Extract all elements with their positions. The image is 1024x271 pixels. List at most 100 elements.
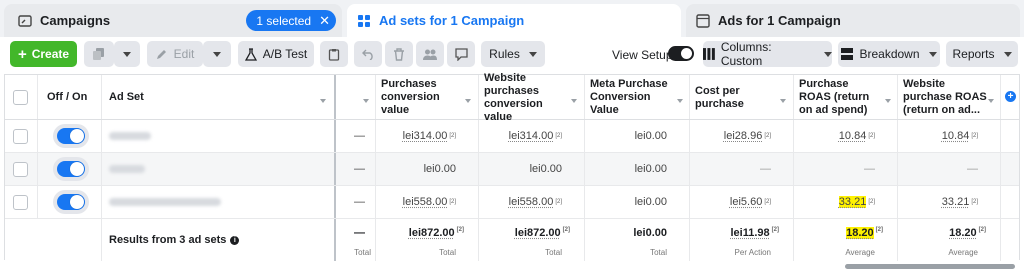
header-meta-purchase-value[interactable]: Meta Purchase Conversion Value [590, 75, 680, 120]
tab-campaigns[interactable]: Campaigns 1 selected ✕ [4, 4, 342, 37]
table-row[interactable]: — lei0.00 lei0.00 lei0.00 — — — [5, 153, 1019, 186]
sort-icon[interactable] [571, 99, 577, 103]
totals-roas-sub: Average [845, 248, 875, 257]
undo-icon [361, 49, 373, 60]
sort-icon[interactable] [465, 99, 471, 103]
breakdown-label: Breakdown [859, 47, 920, 61]
row-checkbox[interactable] [13, 161, 28, 177]
chevron-down-icon [928, 51, 937, 57]
sort-icon[interactable] [320, 99, 326, 103]
horizontal-scrollbar[interactable] [845, 264, 1015, 269]
ab-test-button[interactable]: A/B Test [238, 41, 314, 67]
columns-icon [703, 48, 715, 60]
delete-button[interactable] [385, 41, 413, 67]
close-icon[interactable]: ✕ [319, 13, 330, 29]
comment-button[interactable] [447, 41, 475, 67]
edit-button-label: Edit [173, 47, 195, 61]
totals-dash: — [354, 227, 365, 239]
cell-website-value: lei314.00 [508, 130, 554, 142]
header-ad-set[interactable]: Ad Set [109, 75, 144, 120]
columns-label: Columns: Custom [720, 40, 772, 68]
cell-roas: 10.84 [838, 130, 867, 142]
clipboard-button[interactable] [320, 41, 348, 67]
cell-cost: — [760, 163, 771, 175]
chevron-down-icon [123, 51, 131, 57]
view-setup-label: View Setup [612, 48, 673, 62]
duplicate-button[interactable] [84, 41, 114, 67]
comment-icon [454, 47, 468, 61]
cell-purchases-value: lei0.00 [423, 163, 456, 175]
cell-roas: — [864, 163, 875, 175]
add-column-icon[interactable]: + [1005, 91, 1016, 102]
toolbar: + Create Edit A/B Test Rules View Setup … [0, 37, 1024, 71]
table-row[interactable]: — lei314.00 [2] lei314.00 [2] lei0.00 lei2… [5, 120, 1019, 153]
grid-icon [358, 14, 370, 27]
adset-toggle[interactable] [57, 194, 85, 210]
adsets-table: Off / On Ad Set Purchases conversion val… [4, 72, 1020, 261]
chevron-down-icon [824, 51, 832, 57]
undo-button[interactable] [354, 41, 382, 67]
cell-web-roas: 33.21 [941, 196, 970, 208]
chevron-down-icon [213, 51, 221, 57]
view-setup-toggle[interactable] [668, 46, 694, 61]
tab-ads[interactable]: Ads for 1 Campaign [686, 4, 1020, 37]
totals-roas: 18.20 [846, 227, 874, 239]
totals-website-sub: Total [545, 248, 562, 257]
cell-dash: — [354, 196, 365, 208]
edit-button[interactable]: Edit [147, 41, 203, 67]
cell-meta-value: lei0.00 [634, 196, 667, 208]
select-all-checkbox[interactable] [13, 90, 28, 105]
selected-pill[interactable]: 1 selected ✕ [246, 10, 336, 31]
header-website-purchase-roas[interactable]: Website purchase ROAS (return on ad... [903, 75, 987, 120]
edit-dropdown[interactable] [203, 41, 231, 67]
sort-icon[interactable] [363, 99, 369, 103]
rules-button[interactable]: Rules [481, 41, 545, 67]
table-row[interactable]: — lei558.00 [2] lei558.00 [2] lei0.00 lei5… [5, 186, 1019, 219]
totals-website-value: lei872.00 [514, 227, 561, 239]
adset-toggle[interactable] [57, 128, 85, 144]
duplicate-dropdown[interactable] [114, 41, 140, 67]
tab-adsets[interactable]: Ad sets for 1 Campaign [347, 4, 681, 37]
header-purchase-roas[interactable]: Purchase ROAS (return on ad spend) [799, 75, 881, 120]
row-checkbox[interactable] [13, 128, 28, 144]
create-button[interactable]: + Create [10, 41, 77, 67]
cell-dash: — [354, 130, 365, 142]
reports-button[interactable]: Reports [946, 41, 1018, 67]
sort-icon[interactable] [677, 99, 683, 103]
cell-website-value: lei0.00 [529, 163, 562, 175]
sort-icon[interactable] [780, 99, 786, 103]
duplicate-icon [93, 48, 104, 60]
columns-button[interactable]: Columns: Custom [703, 40, 832, 68]
breakdown-button[interactable]: Breakdown [838, 41, 940, 67]
tab-campaigns-label: Campaigns [40, 13, 111, 28]
totals-meta-value: lei0.00 [633, 227, 667, 239]
header-off-on[interactable]: Off / On [47, 75, 87, 120]
adset-name-redacted[interactable] [109, 198, 221, 206]
cell-cost: lei5.60 [729, 196, 763, 208]
cell-web-roas: — [967, 163, 978, 175]
sort-icon[interactable] [988, 99, 994, 103]
pencil-icon [156, 50, 166, 59]
cell-meta-value: lei0.00 [634, 130, 667, 142]
selected-pill-label: 1 selected [256, 13, 312, 28]
footnote-mark: [2] [875, 227, 883, 234]
header-cost-per-purchase[interactable]: Cost per purchase [695, 75, 755, 120]
info-icon[interactable]: i [230, 235, 240, 245]
adset-name-redacted[interactable] [109, 165, 145, 173]
adset-name-redacted[interactable] [109, 132, 151, 140]
row-checkbox[interactable] [13, 194, 28, 210]
ad-icon [696, 13, 710, 28]
cell-dash: — [354, 163, 365, 175]
audience-button[interactable] [416, 41, 444, 67]
reports-label: Reports [952, 47, 995, 61]
header-purchases-value[interactable]: Purchases conversion value [381, 75, 459, 120]
totals-row: Results from 3 ad sets i — Total lei872.… [5, 219, 1019, 261]
footnote-mark: [2] [971, 199, 978, 205]
totals-web-roas-sub: Average [948, 248, 978, 257]
sort-icon[interactable] [885, 99, 891, 103]
totals-purchases-sub: Total [439, 248, 456, 257]
adset-toggle[interactable] [57, 161, 85, 177]
totals-cost-sub: Per Action [734, 248, 771, 257]
flask-icon [244, 47, 257, 61]
header-website-purchases-value[interactable]: Website purchases conversion value [484, 72, 572, 123]
